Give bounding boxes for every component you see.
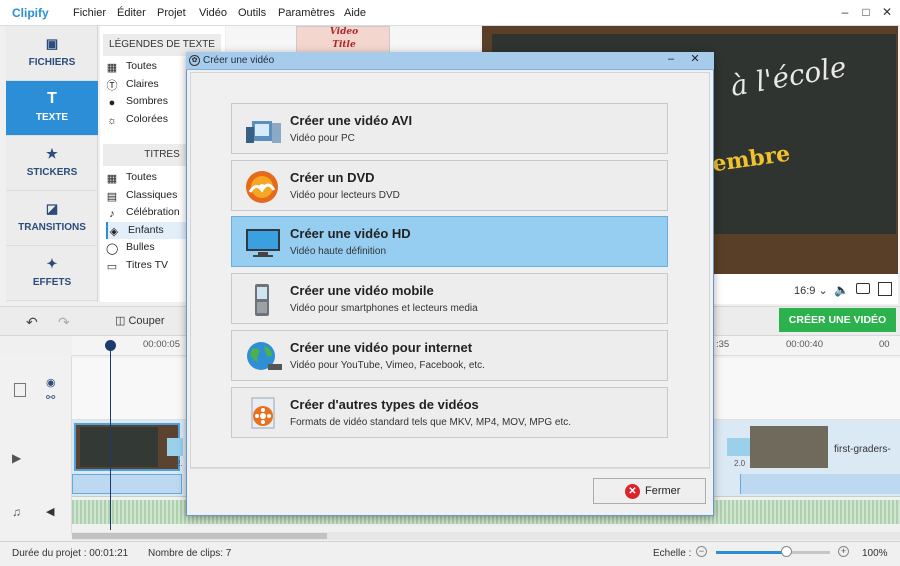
sun-icon: ☼ — [106, 115, 118, 127]
aspect-ratio-dropdown[interactable]: 16:9 ⌄ — [794, 284, 828, 297]
project-duration: Durée du projet : 00:01:21 — [12, 548, 129, 559]
clip-name: first-graders- — [834, 444, 891, 455]
menu-video[interactable]: Vidéo — [199, 7, 227, 19]
nav-texte[interactable]: T TEXTE — [6, 81, 98, 136]
playhead-line — [110, 340, 111, 530]
kite-icon: ◈ — [109, 226, 119, 238]
text-track-clip[interactable] — [740, 474, 900, 494]
image-icon: ▣ — [45, 36, 59, 51]
tick-label: 00:00:40 — [786, 339, 823, 350]
zoom-slider-track[interactable] — [716, 551, 787, 554]
nav-fichiers[interactable]: ▣ FICHIERS — [6, 26, 98, 81]
playhead-handle[interactable] — [105, 340, 116, 351]
maximize-window-button[interactable]: □ — [858, 5, 874, 21]
star-icon: ★ — [46, 146, 58, 161]
option-internet-video[interactable]: Créer une vidéo pour internet Vidéo pour… — [231, 330, 668, 381]
left-nav: ▣ FICHIERS T TEXTE ★ STICKERS ◪ TRANSITI… — [6, 26, 98, 302]
transition-thumbnail[interactable] — [167, 438, 183, 456]
nav-stickers[interactable]: ★ STICKERS — [6, 136, 98, 191]
grid-icon: ▦ — [106, 173, 118, 185]
undo-icon[interactable]: ↶ — [26, 314, 38, 331]
snapshot-camera-icon[interactable] — [856, 283, 870, 294]
app-icon: ✿ — [189, 55, 200, 66]
nav-effets[interactable]: ✦ EFFETS — [6, 246, 98, 301]
mobile-phone-icon — [255, 284, 269, 316]
timeline-scrollbar-thumb[interactable] — [72, 533, 327, 539]
clip-thumbnail[interactable] — [750, 426, 828, 468]
dialog-title: Créer une vidéo — [203, 55, 275, 66]
menu-parametres[interactable]: Paramètres — [278, 7, 335, 19]
app-logo: Clipify — [12, 6, 49, 20]
redo-icon[interactable]: ↷ — [58, 314, 70, 331]
eye-icon[interactable]: ◉ — [46, 376, 56, 389]
transition-duration: 2.0 — [734, 459, 746, 468]
volume-icon[interactable]: 🔈 — [834, 283, 849, 297]
cut-button[interactable]: ◫ Couper — [115, 314, 165, 327]
text-circle-icon: Ⓣ — [106, 80, 118, 92]
tick-label: 00 — [879, 339, 890, 350]
transition-duration: 2. — [176, 459, 183, 468]
text-track-clip[interactable] — [72, 474, 182, 494]
minimize-window-button[interactable]: – — [837, 5, 853, 21]
speech-bubble-icon: ◯ — [106, 243, 119, 255]
split-icon: ◫ — [115, 315, 129, 327]
zoom-in-icon[interactable]: + — [838, 546, 849, 557]
menu-editer[interactable]: Éditer — [117, 7, 146, 19]
tick-label: 00:00:05 — [143, 339, 180, 350]
dvd-disc-icon — [246, 171, 278, 203]
create-video-button[interactable]: CRÉER UNE VIDÉO — [779, 308, 896, 332]
fullscreen-icon[interactable] — [878, 282, 892, 296]
close-window-button[interactable]: ✕ — [879, 5, 895, 21]
menu-aide[interactable]: Aide — [344, 7, 366, 19]
dialog-minimize-button[interactable]: – — [662, 53, 680, 67]
zoom-out-icon[interactable]: − — [696, 546, 707, 557]
film-reel-icon — [251, 397, 275, 429]
transitions-icon: ◪ — [45, 201, 59, 216]
option-mobile-video[interactable]: Créer une vidéo mobile Vidéo pour smartp… — [231, 273, 668, 324]
clapperboard-icon: ▤ — [106, 191, 118, 203]
close-button[interactable]: ✕ Fermer — [593, 478, 706, 504]
grid-icon: ▦ — [106, 62, 118, 74]
video-camera-icon: ▶ — [12, 451, 22, 465]
tv-icon: ▭ — [106, 261, 118, 273]
menu-outils[interactable]: Outils — [238, 7, 266, 19]
film-track-icon — [14, 383, 26, 397]
magic-wand-icon: ✦ — [46, 256, 58, 271]
close-circle-icon: ✕ — [625, 484, 640, 499]
track-headers — [0, 356, 72, 534]
globe-icon — [247, 342, 282, 370]
option-hd-video[interactable]: Créer une vidéo HD Vidéo haute définitio… — [231, 216, 668, 267]
option-avi-video[interactable]: Créer une vidéo AVI Vidéo pour PC — [231, 103, 668, 154]
avi-video-icon — [246, 121, 281, 143]
zoom-slider-rest — [787, 551, 830, 554]
nav-transitions[interactable]: ◪ TRANSITIONS — [6, 191, 98, 246]
title-thumbnail[interactable]: Video Title — [296, 26, 390, 54]
option-dvd[interactable]: Créer un DVD Vidéo pour lecteurs DVD — [231, 160, 668, 211]
zoom-value: 100% — [862, 548, 888, 559]
zoom-slider-handle[interactable] — [781, 546, 792, 557]
link-icon[interactable]: ⚯ — [46, 391, 55, 404]
menu-fichier[interactable]: Fichier — [73, 7, 106, 19]
clip-count: Nombre de clips: 7 — [148, 548, 232, 559]
menu-projet[interactable]: Projet — [157, 7, 186, 19]
audio-volume-icon[interactable]: ◀ — [46, 505, 54, 518]
scale-label: Echelle : — [653, 548, 692, 559]
tick-label: :35 — [716, 339, 730, 350]
text-filled-circle-icon: ● — [108, 97, 116, 109]
clip-thumbnail — [80, 427, 158, 467]
music-note-icon: ♫ — [12, 505, 21, 519]
option-other-video[interactable]: Créer d'autres types de vidéos Formats d… — [231, 387, 668, 438]
party-icon: ♪ — [109, 208, 115, 220]
dialog-close-button[interactable]: ✕ — [686, 53, 704, 67]
hd-monitor-icon — [246, 229, 280, 257]
text-icon: T — [47, 90, 57, 107]
